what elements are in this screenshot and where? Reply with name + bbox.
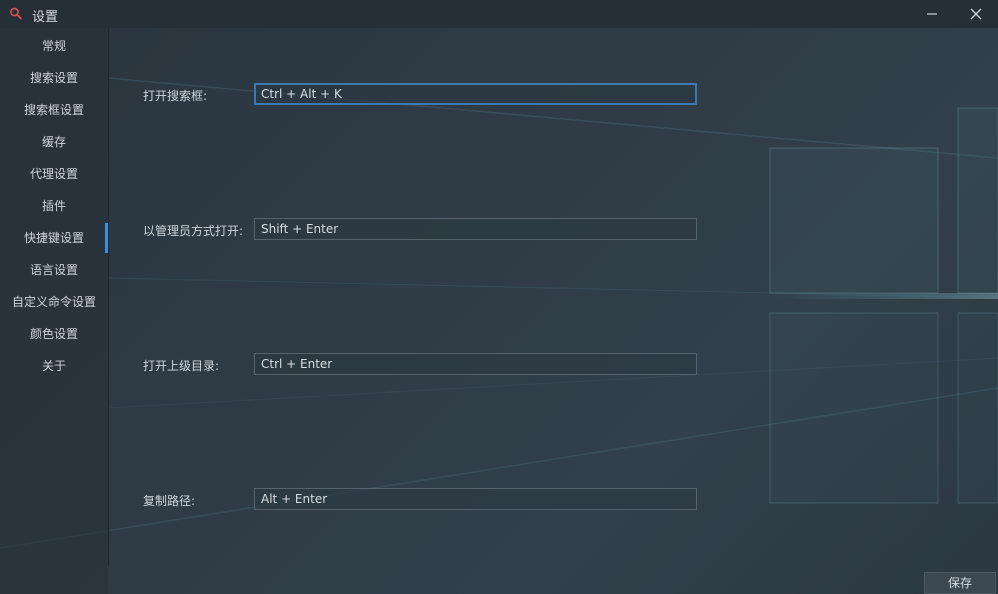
title-bar: 设置 xyxy=(0,0,998,28)
open-as-admin-label: 以管理员方式打开: xyxy=(143,224,244,238)
save-button[interactable]: 保存 xyxy=(924,572,996,594)
close-icon xyxy=(970,5,982,24)
copy-path-hotkey-field[interactable]: Alt + Enter xyxy=(254,488,697,510)
sidebar-item-about[interactable]: 关于 xyxy=(0,350,108,382)
selected-indicator xyxy=(105,223,108,253)
minimize-icon xyxy=(926,5,938,24)
sidebar-item-language-settings[interactable]: 语言设置 xyxy=(0,254,108,286)
open-parent-dir-hotkey-field[interactable]: Ctrl + Enter xyxy=(254,353,697,375)
window-title: 设置 xyxy=(32,10,59,25)
sidebar-item-proxy-settings[interactable]: 代理设置 xyxy=(0,158,108,190)
open-search-label: 打开搜索框: xyxy=(143,89,208,103)
settings-window: 设置 常规 搜索设置 搜索框设置 缓存 代理设置 插件 快捷键设置 语言设置 自… xyxy=(0,0,998,594)
open-as-admin-hotkey-field[interactable]: Shift + Enter xyxy=(254,218,697,240)
sidebar-divider xyxy=(108,28,109,566)
open-parent-dir-label: 打开上级目录: xyxy=(143,359,220,373)
open-search-hotkey-field[interactable]: Ctrl + Alt + K xyxy=(254,83,697,105)
sidebar-item-hotkey-settings[interactable]: 快捷键设置 xyxy=(0,222,108,254)
sidebar-item-search-settings[interactable]: 搜索设置 xyxy=(0,62,108,94)
sidebar-item-plugins[interactable]: 插件 xyxy=(0,190,108,222)
close-button[interactable] xyxy=(958,2,994,26)
sidebar-item-cache[interactable]: 缓存 xyxy=(0,126,108,158)
sidebar-item-search-box-settings[interactable]: 搜索框设置 xyxy=(0,94,108,126)
search-icon xyxy=(8,6,24,22)
minimize-button[interactable] xyxy=(914,2,950,26)
sidebar-item-color-settings[interactable]: 颜色设置 xyxy=(0,318,108,350)
sidebar-item-general[interactable]: 常规 xyxy=(0,30,108,62)
copy-path-label: 复制路径: xyxy=(143,494,196,508)
sidebar-item-custom-command-settings[interactable]: 自定义命令设置 xyxy=(0,286,108,318)
